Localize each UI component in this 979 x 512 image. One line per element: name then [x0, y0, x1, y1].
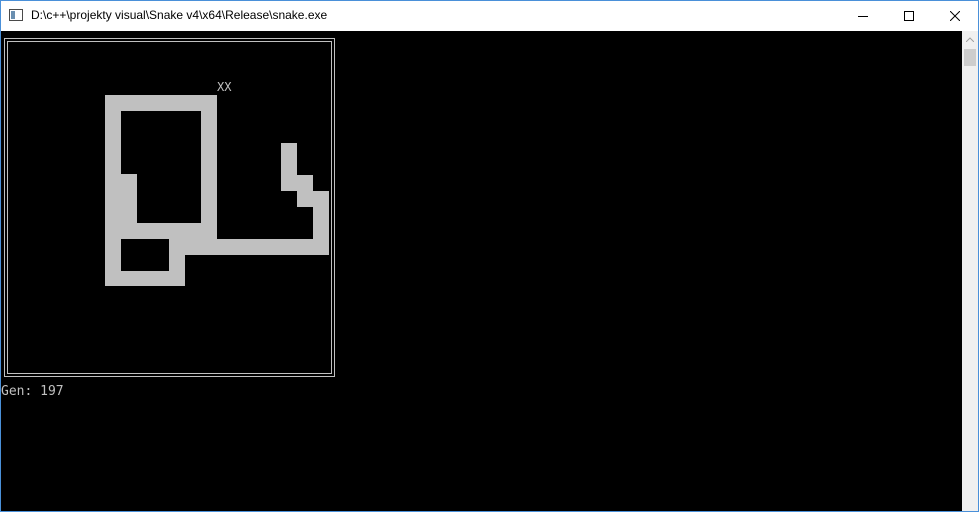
- snake-segment: [121, 174, 137, 223]
- close-button[interactable]: [932, 1, 978, 31]
- maximize-button[interactable]: [886, 1, 932, 31]
- snake-segment: [185, 239, 329, 255]
- gen-label: Gen:: [1, 384, 33, 399]
- scroll-up-arrow-icon: [966, 36, 974, 42]
- console-app-icon: [9, 9, 23, 21]
- gen-value: 197: [40, 384, 64, 399]
- title-bar[interactable]: D:\c++\projekty visual\Snake v4\x64\Rele…: [1, 1, 978, 31]
- maximize-icon: [904, 11, 914, 21]
- scroll-up-button[interactable]: [962, 31, 978, 47]
- scroll-thumb[interactable]: [964, 49, 976, 66]
- game-board-inner-border: [7, 41, 332, 374]
- snake-segment: [281, 143, 297, 191]
- minimize-icon: [858, 16, 868, 17]
- snake-segment: [121, 223, 201, 239]
- snake-segment: [201, 111, 217, 240]
- minimize-button[interactable]: [840, 1, 886, 31]
- snake-segment: [313, 191, 329, 239]
- snake-segment: [297, 175, 313, 207]
- snake-segment: [105, 111, 121, 286]
- window-title: D:\c++\projekty visual\Snake v4\x64\Rele…: [31, 8, 328, 22]
- vertical-scrollbar[interactable]: [962, 31, 978, 511]
- generation-counter: Gen: 197: [1, 384, 64, 400]
- snake-segment: [121, 271, 169, 286]
- snake-segment: [105, 95, 217, 111]
- close-icon: [950, 11, 960, 21]
- food-marker: XX: [217, 80, 232, 94]
- snake-segment: [169, 239, 185, 286]
